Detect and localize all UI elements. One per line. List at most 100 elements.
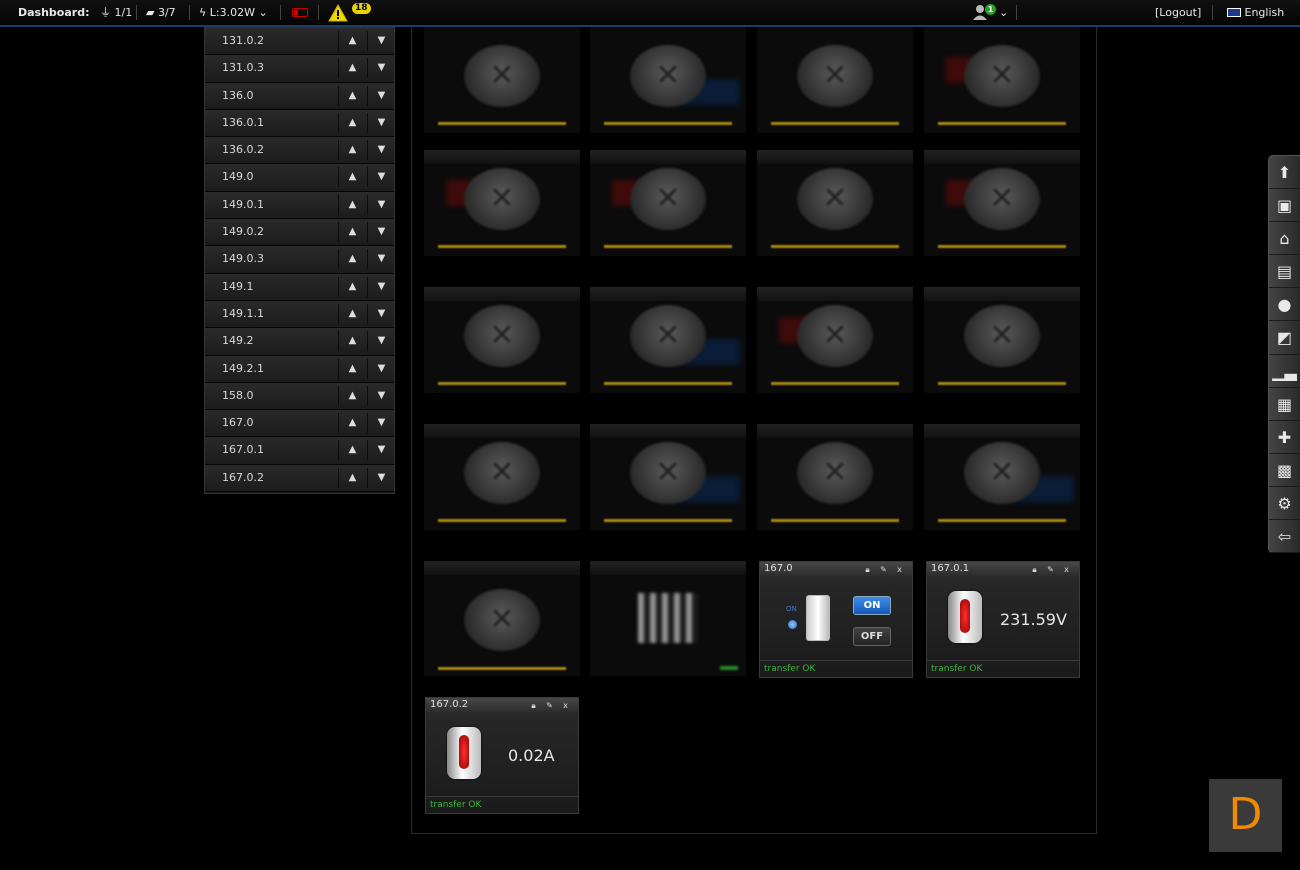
device-tile[interactable]: ✕	[757, 287, 913, 393]
device-tile[interactable]: ✕	[424, 561, 580, 676]
warnings-button[interactable]: 18	[328, 3, 371, 25]
move-down-button[interactable]: ▼	[367, 467, 395, 488]
scene-status[interactable]: ▰ 3/7	[146, 0, 176, 25]
battery-icon[interactable]	[292, 8, 308, 17]
move-down-button[interactable]: ▼	[367, 31, 395, 51]
device-tile[interactable]: ✕	[424, 424, 580, 530]
wrench-icon[interactable]: ✎	[878, 564, 889, 575]
off-button[interactable]: OFF	[853, 627, 891, 646]
move-down-button[interactable]: ▼	[367, 140, 395, 161]
voltage-widget[interactable]: 167.0.1 🔒︎ ✎ x 231.59V transfer OK	[926, 561, 1080, 678]
device-tile[interactable]: ✕	[424, 287, 580, 393]
move-up-button[interactable]: ▲	[338, 440, 366, 461]
exit-icon[interactable]: ⇦	[1269, 520, 1300, 554]
move-down-button[interactable]: ▼	[367, 276, 395, 297]
device-tile[interactable]: ✕	[757, 424, 913, 530]
power-value: L:3.02W	[209, 6, 255, 19]
move-up-button[interactable]: ▲	[338, 222, 366, 243]
move-down-button[interactable]: ▼	[367, 112, 395, 133]
plugin-icon[interactable]: ✚	[1269, 421, 1300, 454]
item-label: 136.0.1	[222, 115, 264, 129]
plug-status[interactable]: ⏚ 1/1	[100, 0, 132, 25]
device-tile[interactable]: ✕	[424, 27, 580, 133]
move-down-button[interactable]: ▼	[367, 440, 395, 461]
wrench-icon[interactable]: ✎	[544, 700, 555, 711]
power-menu[interactable]: ϟ L:3.02W ⌄	[199, 0, 268, 25]
move-down-button[interactable]: ▼	[367, 303, 395, 324]
toggle-switch[interactable]	[806, 595, 830, 641]
schedule-icon[interactable]: ▩	[1269, 454, 1300, 487]
move-up-button[interactable]: ▲	[338, 358, 366, 379]
move-up-button[interactable]: ▲	[338, 112, 366, 133]
lock-icon[interactable]: 🔒︎	[1029, 564, 1040, 575]
move-up-button[interactable]: ▲	[338, 85, 366, 106]
move-down-button[interactable]: ▼	[367, 413, 395, 434]
move-down-button[interactable]: ▼	[367, 331, 395, 352]
widget-header[interactable]: 167.0 🔒︎ ✎ x	[760, 562, 912, 576]
meter-lamp-icon	[447, 727, 481, 779]
save-icon[interactable]: ▣	[1269, 189, 1300, 223]
device-tile[interactable]: ✕	[590, 424, 746, 530]
move-down-button[interactable]: ▼	[367, 194, 395, 215]
on-button[interactable]: ON	[853, 596, 891, 615]
widget-title: 167.0.1	[931, 563, 970, 574]
move-down-button[interactable]: ▼	[367, 58, 395, 79]
scene-icon[interactable]: ◩	[1269, 321, 1300, 355]
move-down-button[interactable]: ▼	[367, 85, 395, 106]
move-down-button[interactable]: ▼	[367, 385, 395, 406]
move-up-button[interactable]: ▲	[338, 385, 366, 406]
logout-link[interactable]: [Logout]	[1155, 0, 1201, 25]
move-up-button[interactable]: ▲	[338, 331, 366, 352]
home-icon[interactable]: ⌂	[1269, 222, 1300, 256]
move-up-button[interactable]: ▲	[338, 194, 366, 215]
move-down-button[interactable]: ▼	[367, 249, 395, 270]
move-up-button[interactable]: ▲	[338, 467, 366, 488]
sort-list-item: 136.0.1 ▲ ▼	[205, 109, 395, 138]
current-widget[interactable]: 167.0.2 🔒︎ ✎ x 0.02A transfer OK	[425, 697, 579, 814]
move-up-button[interactable]: ▲	[338, 249, 366, 270]
device-tile[interactable]: ✕	[924, 424, 1080, 530]
corner-logo[interactable]: D	[1209, 779, 1282, 852]
chart-icon[interactable]: ▁▃	[1269, 355, 1300, 388]
device-tile[interactable]: ✕	[757, 150, 913, 256]
device-tile[interactable]	[590, 561, 746, 676]
device-tile[interactable]: ✕	[757, 27, 913, 133]
widget-header[interactable]: 167.0.1 🔒︎ ✎ x	[927, 562, 1079, 576]
location-icon[interactable]: ●	[1269, 288, 1300, 322]
move-up-button[interactable]: ▲	[338, 303, 366, 324]
close-icon[interactable]: x	[894, 564, 905, 575]
move-up-button[interactable]: ▲	[338, 31, 366, 51]
item-label: 149.1.1	[222, 306, 264, 320]
language-selector[interactable]: English	[1227, 0, 1284, 25]
move-up-button[interactable]: ▲	[338, 140, 366, 161]
move-up-button[interactable]: ▲	[338, 276, 366, 297]
device-tile[interactable]: ✕	[924, 150, 1080, 256]
move-down-button[interactable]: ▼	[367, 358, 395, 379]
move-up-button[interactable]: ▲	[338, 413, 366, 434]
move-up-button[interactable]: ▲	[338, 58, 366, 79]
sort-list-item: 167.0.2 ▲ ▼	[205, 464, 395, 493]
archive-icon[interactable]: ▦	[1269, 388, 1300, 421]
settings-icon[interactable]: ⚙	[1269, 487, 1300, 521]
device-tile[interactable]: ✕	[590, 27, 746, 133]
lock-icon[interactable]: 🔒︎	[528, 700, 539, 711]
wrench-icon[interactable]: ✎	[1045, 564, 1056, 575]
move-down-button[interactable]: ▼	[367, 167, 395, 188]
move-down-button[interactable]: ▼	[367, 222, 395, 243]
device-tile[interactable]: ✕	[590, 150, 746, 256]
user-menu[interactable]: 1 ⌄	[970, 0, 1010, 25]
device-tile[interactable]: ✕	[924, 27, 1080, 133]
widget-header[interactable]: 167.0.2 🔒︎ ✎ x	[426, 698, 578, 712]
move-up-button[interactable]: ▲	[338, 167, 366, 188]
device-placeholder-icon: ✕	[964, 442, 1040, 504]
upload-icon[interactable]: ⬆	[1269, 156, 1300, 190]
lock-icon[interactable]: 🔒︎	[862, 564, 873, 575]
devices-icon[interactable]: ▤	[1269, 255, 1300, 289]
device-tile[interactable]: ✕	[424, 150, 580, 256]
device-tile[interactable]: ✕	[590, 287, 746, 393]
device-tile[interactable]: ✕	[924, 287, 1080, 393]
switch-widget[interactable]: 167.0 🔒︎ ✎ x ON ON OFF transfer OK	[759, 561, 913, 678]
close-icon[interactable]: x	[1061, 564, 1072, 575]
sort-list-item: 149.1 ▲ ▼	[205, 273, 395, 301]
close-icon[interactable]: x	[560, 700, 571, 711]
